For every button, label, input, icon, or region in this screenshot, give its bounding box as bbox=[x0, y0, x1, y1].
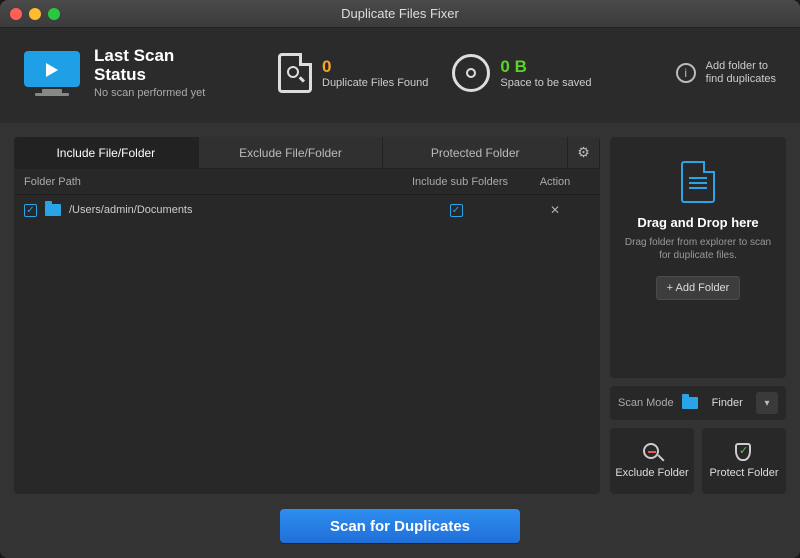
scan-mode-label: Scan Mode bbox=[618, 397, 674, 409]
drop-zone[interactable]: Drag and Drop here Drag folder from expl… bbox=[610, 137, 786, 378]
include-sub-checkbox[interactable]: ✓ bbox=[450, 204, 463, 217]
right-panel: Drag and Drop here Drag folder from expl… bbox=[610, 137, 786, 494]
settings-button[interactable]: ⚙ bbox=[568, 137, 600, 168]
exclude-folder-card[interactable]: Exclude Folder bbox=[610, 428, 694, 494]
window-title: Duplicate Files Fixer bbox=[0, 6, 800, 21]
chevron-down-icon[interactable]: ▾ bbox=[756, 392, 778, 414]
scan-button[interactable]: Scan for Duplicates bbox=[280, 509, 520, 543]
scan-bar: Scan for Duplicates bbox=[14, 504, 786, 548]
col-folder-path: Folder Path bbox=[24, 176, 400, 188]
tab-include[interactable]: Include File/Folder bbox=[14, 137, 199, 168]
shield-check-icon bbox=[735, 443, 751, 461]
body: Include File/Folder Exclude File/Folder … bbox=[0, 123, 800, 558]
monitor-icon bbox=[24, 51, 80, 95]
minimize-icon[interactable] bbox=[29, 8, 41, 20]
add-folder-hint: i Add folder to find duplicates bbox=[676, 60, 776, 86]
remove-row-button[interactable]: ✕ bbox=[550, 203, 560, 217]
tab-exclude[interactable]: Exclude File/Folder bbox=[199, 137, 384, 168]
drop-title: Drag and Drop here bbox=[637, 215, 758, 230]
stat-duplicates-label: Duplicate Files Found bbox=[322, 77, 428, 89]
window-controls bbox=[10, 8, 60, 20]
hint-line: Add folder to bbox=[706, 60, 776, 73]
tabs: Include File/Folder Exclude File/Folder … bbox=[14, 137, 600, 169]
stat-space-value: 0 B bbox=[500, 57, 591, 77]
add-folder-button[interactable]: + Add Folder bbox=[656, 276, 741, 300]
scan-mode-row: Scan Mode Finder ▾ bbox=[610, 386, 786, 420]
tab-protected[interactable]: Protected Folder bbox=[383, 137, 568, 168]
folder-list-panel: Include File/Folder Exclude File/Folder … bbox=[14, 137, 600, 494]
drop-subtitle: Drag folder from explorer to scan for du… bbox=[622, 236, 774, 262]
row-checkbox[interactable]: ✓ bbox=[24, 204, 37, 217]
table-row: ✓ /Users/admin/Documents ✓ ✕ bbox=[14, 195, 600, 225]
status-heading: Last Scan bbox=[94, 46, 205, 65]
zoom-icon[interactable] bbox=[48, 8, 60, 20]
main-row: Include File/Folder Exclude File/Folder … bbox=[14, 137, 786, 494]
close-icon[interactable] bbox=[10, 8, 22, 20]
scan-mode-value: Finder bbox=[712, 397, 743, 409]
info-icon[interactable]: i bbox=[676, 63, 696, 83]
folder-icon bbox=[45, 204, 61, 216]
col-action: Action bbox=[520, 176, 590, 188]
stat-space: 0 B Space to be saved bbox=[452, 54, 591, 92]
folder-icon bbox=[682, 397, 698, 409]
hint-line: find duplicates bbox=[706, 73, 776, 86]
file-search-icon bbox=[278, 53, 312, 93]
header: Last Scan Status No scan performed yet 0… bbox=[0, 28, 800, 123]
disk-icon bbox=[452, 54, 490, 92]
table-header: Folder Path Include sub Folders Action bbox=[14, 169, 600, 195]
col-include-sub: Include sub Folders bbox=[400, 176, 520, 188]
titlebar: Duplicate Files Fixer bbox=[0, 0, 800, 28]
stat-duplicates-value: 0 bbox=[322, 57, 428, 77]
gear-icon: ⚙ bbox=[577, 144, 590, 161]
app-window: Duplicate Files Fixer Last Scan Status N… bbox=[0, 0, 800, 558]
document-icon bbox=[681, 161, 715, 203]
protect-folder-card[interactable]: Protect Folder bbox=[702, 428, 786, 494]
stat-duplicates: 0 Duplicate Files Found bbox=[278, 53, 428, 93]
scan-status: Last Scan Status No scan performed yet bbox=[24, 46, 254, 99]
status-subtext: No scan performed yet bbox=[94, 87, 205, 99]
status-heading: Status bbox=[94, 65, 205, 84]
scan-mode-select[interactable]: Finder bbox=[682, 397, 756, 409]
protect-folder-label: Protect Folder bbox=[709, 467, 778, 479]
stat-space-label: Space to be saved bbox=[500, 77, 591, 89]
row-path: /Users/admin/Documents bbox=[69, 204, 193, 216]
exclude-folder-label: Exclude Folder bbox=[615, 467, 688, 479]
search-minus-icon bbox=[643, 443, 659, 459]
